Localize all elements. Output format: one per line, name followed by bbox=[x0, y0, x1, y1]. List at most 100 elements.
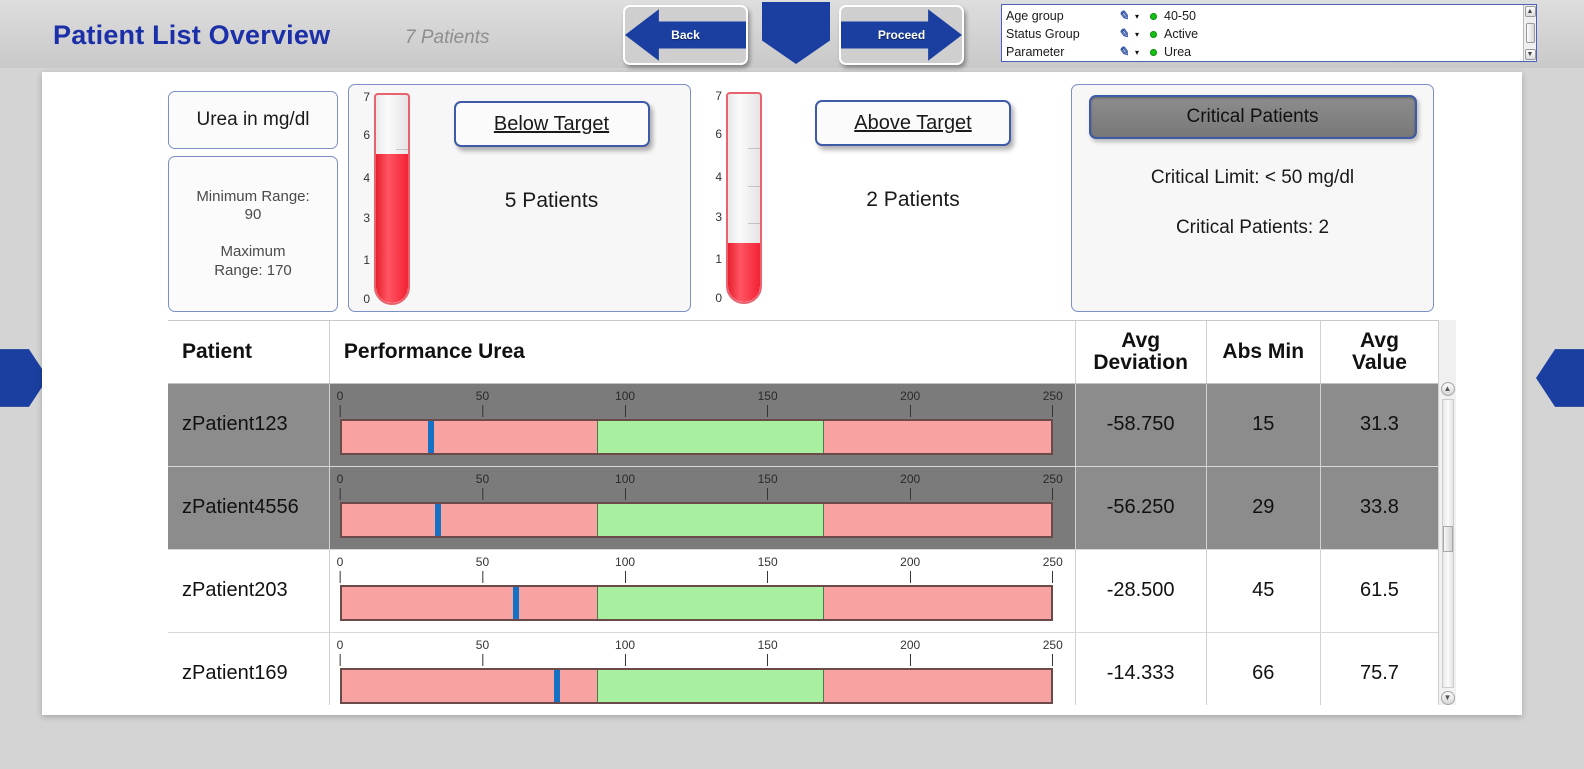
chart-tick-label: 200 bbox=[900, 389, 920, 417]
proceed-button[interactable]: Proceed bbox=[839, 5, 964, 65]
chart-tick-label: 100 bbox=[615, 472, 635, 500]
table-row[interactable]: zPatient4556 0 50 100 150 200 250 -56.250 29 33.8 bbox=[168, 466, 1438, 550]
back-button[interactable]: Back bbox=[623, 5, 748, 65]
gauge-axis-label: 0 bbox=[363, 291, 370, 306]
critical-limit-text: Critical Limit: < 50 mg/dl bbox=[1150, 167, 1355, 188]
filter-row-age-group[interactable]: Age group ✎ ▾ 40-50 bbox=[1006, 7, 1523, 25]
bullet-chart: 0 50 100 150 200 250 bbox=[337, 638, 1063, 706]
pencil-icon[interactable]: ✎ bbox=[1118, 44, 1135, 60]
table-row[interactable]: zPatient169 0 50 100 150 200 250 -14.333 66 75.7 bbox=[168, 632, 1438, 705]
below-target-panel: 7 6 4 3 1 0 Below Target 5 Patients bbox=[348, 84, 691, 312]
pencil-icon[interactable]: ✎ bbox=[1118, 26, 1135, 42]
bullet-axis: 0 50 100 150 200 250 bbox=[337, 555, 1063, 585]
cell-abs-min: 45 bbox=[1206, 549, 1321, 633]
patient-table-area: Patient Performance Urea Avg Deviation Ab… bbox=[168, 320, 1456, 705]
bullet-value-marker bbox=[427, 420, 434, 453]
filter-scrollbar[interactable]: ▲ ▼ bbox=[1523, 5, 1536, 61]
chevron-down-icon[interactable]: ▾ bbox=[1135, 12, 1150, 21]
bullet-axis: 0 50 100 150 200 250 bbox=[337, 389, 1063, 419]
status-dot-icon bbox=[1150, 12, 1164, 20]
nav-previous-arrow[interactable] bbox=[0, 349, 48, 407]
bullet-track bbox=[339, 667, 1053, 704]
gauge-axis: 7 6 4 3 1 0 bbox=[707, 89, 723, 304]
chart-tick-label: 150 bbox=[758, 389, 778, 417]
above-target-count: 2 Patients bbox=[866, 188, 960, 211]
chart-tick-label: 100 bbox=[615, 555, 635, 583]
cell-patient: zPatient169 bbox=[168, 632, 330, 705]
bullet-chart: 0 50 100 150 200 250 bbox=[337, 389, 1063, 461]
chevron-down-icon[interactable]: ▾ bbox=[1135, 30, 1150, 39]
critical-patients-button[interactable]: Critical Patients bbox=[1088, 95, 1417, 139]
bullet-value-marker bbox=[513, 586, 520, 619]
column-header-avg-value[interactable]: Avg Value bbox=[1320, 321, 1438, 384]
bullet-axis: 0 50 100 150 200 250 bbox=[337, 638, 1063, 668]
cell-avg-deviation: -58.750 bbox=[1075, 383, 1207, 467]
chart-tick-label: 100 bbox=[615, 389, 635, 417]
parameter-range-box: Minimum Range: 90 Maximum Range: 170 bbox=[168, 156, 338, 312]
status-dot-icon bbox=[1150, 30, 1164, 38]
gauge-axis-label: 1 bbox=[363, 253, 370, 268]
chart-tick-label: 250 bbox=[1043, 389, 1063, 417]
chart-tick-label: 0 bbox=[337, 389, 343, 417]
gauge-axis-label: 6 bbox=[715, 127, 722, 142]
scroll-up-icon[interactable]: ▲ bbox=[1440, 382, 1455, 396]
content-card: Urea in mg/dl Minimum Range: 90 Maximum … bbox=[42, 72, 1522, 715]
gauge-axis-label: 4 bbox=[715, 169, 722, 184]
scroll-down-icon[interactable]: ▼ bbox=[1440, 691, 1455, 705]
column-header-avg-deviation[interactable]: Avg Deviation bbox=[1075, 321, 1207, 384]
kpi-strip: Urea in mg/dl Minimum Range: 90 Maximum … bbox=[168, 84, 1456, 312]
above-target-body: Above Target 2 Patients bbox=[769, 90, 1057, 308]
bullet-target-band bbox=[597, 420, 824, 453]
gauge-axis-label: 7 bbox=[363, 90, 370, 105]
scrollbar-thumb[interactable] bbox=[1442, 526, 1453, 553]
gauge-axis-label: 3 bbox=[363, 211, 370, 226]
gauge-axis: 7 6 4 3 1 0 bbox=[355, 90, 371, 306]
chevron-down-icon[interactable] bbox=[762, 2, 830, 64]
patient-table-scroll-region: Patient Performance Urea Avg Deviation Ab… bbox=[168, 320, 1438, 705]
chart-tick-label: 250 bbox=[1043, 555, 1063, 583]
bullet-track bbox=[339, 584, 1053, 621]
parameter-title: Urea in mg/dl bbox=[168, 91, 338, 149]
cell-avg-value: 75.7 bbox=[1320, 632, 1438, 705]
maximum-range: Maximum Range: 170 bbox=[214, 243, 292, 281]
cell-avg-value: 31.3 bbox=[1320, 383, 1438, 467]
chart-tick-label: 100 bbox=[615, 638, 635, 666]
column-header-abs-min[interactable]: Abs Min bbox=[1206, 321, 1321, 384]
minimum-range-label: Minimum Range: bbox=[196, 187, 310, 205]
patient-table-body: zPatient123 0 50 100 150 200 250 -58.750 15 31.3 z… bbox=[168, 383, 1438, 705]
chart-tick-label: 0 bbox=[337, 638, 343, 666]
chart-tick-label: 50 bbox=[476, 638, 489, 666]
scroll-up-icon[interactable]: ▲ bbox=[1524, 6, 1536, 17]
scrollbar-track[interactable] bbox=[1441, 399, 1454, 688]
gauge-axis-label: 4 bbox=[363, 170, 370, 185]
cell-performance-chart: 0 50 100 150 200 250 bbox=[329, 632, 1076, 706]
chart-tick-label: 0 bbox=[337, 555, 343, 583]
table-scrollbar[interactable]: ▲ ▼ bbox=[1438, 320, 1456, 705]
chart-tick-label: 250 bbox=[1043, 638, 1063, 666]
cell-patient: zPatient123 bbox=[168, 383, 330, 467]
filter-panel[interactable]: Age group ✎ ▾ 40-50 Status Group ✎ ▾ Act… bbox=[1001, 4, 1537, 62]
maximum-range-value: Range: 170 bbox=[214, 261, 292, 279]
bullet-value-marker bbox=[434, 503, 441, 536]
column-header-patient[interactable]: Patient bbox=[168, 321, 330, 384]
nav-next-arrow[interactable] bbox=[1536, 349, 1584, 407]
page-title: Patient List Overview bbox=[53, 20, 331, 50]
filter-row-status-group[interactable]: Status Group ✎ ▾ Active bbox=[1006, 25, 1523, 43]
patient-count-label: 7 Patients bbox=[405, 27, 490, 48]
chart-tick-label: 50 bbox=[476, 389, 489, 417]
table-row[interactable]: zPatient203 0 50 100 150 200 250 -28.500 45 61.5 bbox=[168, 549, 1438, 633]
filter-row-parameter[interactable]: Parameter ✎ ▾ Urea bbox=[1006, 43, 1523, 61]
scroll-down-icon[interactable]: ▼ bbox=[1524, 49, 1536, 60]
cell-avg-deviation: -14.333 bbox=[1075, 632, 1207, 705]
pencil-icon[interactable]: ✎ bbox=[1118, 8, 1135, 24]
column-header-performance[interactable]: Performance Urea bbox=[329, 321, 1076, 384]
scrollbar-thumb[interactable] bbox=[1525, 23, 1535, 43]
bullet-track bbox=[339, 501, 1053, 538]
below-target-button[interactable]: Below Target bbox=[453, 101, 650, 147]
table-row[interactable]: zPatient123 0 50 100 150 200 250 -58.750 15 31.3 bbox=[168, 383, 1438, 467]
gauge-axis-label: 3 bbox=[715, 210, 722, 225]
table-header-row: Patient Performance Urea Avg Deviation Ab… bbox=[168, 321, 1438, 384]
above-target-button[interactable]: Above Target bbox=[815, 100, 1011, 146]
bullet-target-band bbox=[597, 669, 824, 702]
chevron-down-icon[interactable]: ▾ bbox=[1135, 48, 1150, 57]
